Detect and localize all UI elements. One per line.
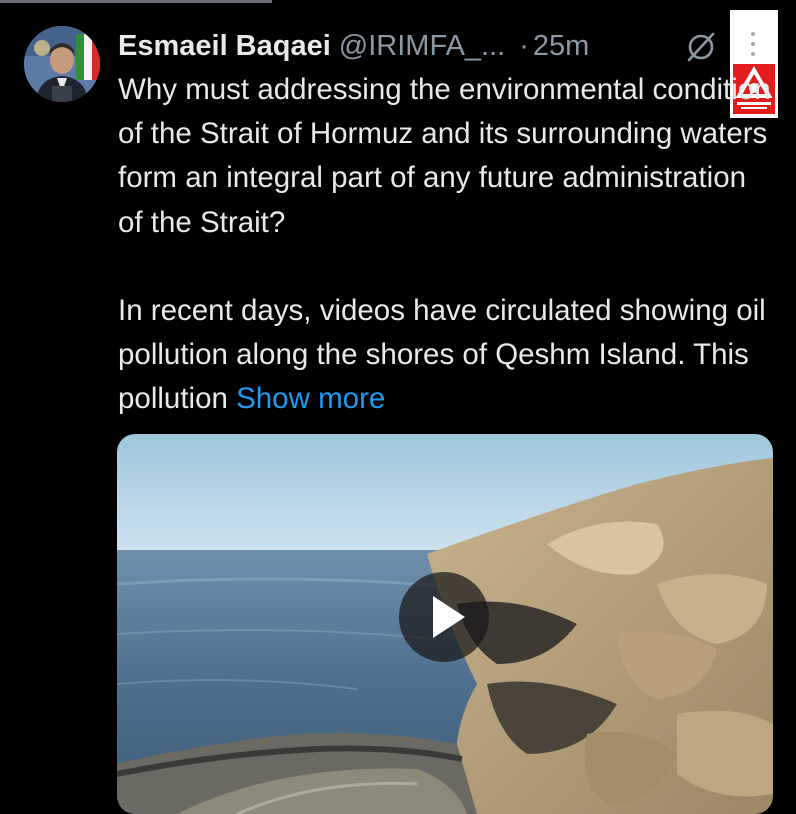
play-button[interactable] [399,572,489,662]
author-handle[interactable]: @IRIMFA_... [339,30,505,63]
tweet-header: Esmaeil Baqaei @IRIMFA_... · 25m [118,26,589,66]
tweet-body: Why must addressing the environmental co… [118,68,778,421]
grok-icon[interactable] [684,30,718,64]
top-divider [0,0,272,3]
avatar[interactable] [24,26,100,102]
tweet-paragraph-text: In recent days, videos have circulated s… [118,293,766,416]
show-more-link[interactable]: Show more [236,382,385,415]
avatar-photo [24,26,100,102]
play-icon [433,596,465,638]
separator-dot: · [519,29,529,62]
more-icon[interactable] [746,28,760,68]
tweet-paragraph: Why must addressing the environmental co… [118,73,771,239]
author-name[interactable]: Esmaeil Baqaei [118,30,331,63]
tweet-paragraph: In recent days, videos have circulated s… [118,289,778,422]
timestamp[interactable]: 25m [533,30,589,63]
